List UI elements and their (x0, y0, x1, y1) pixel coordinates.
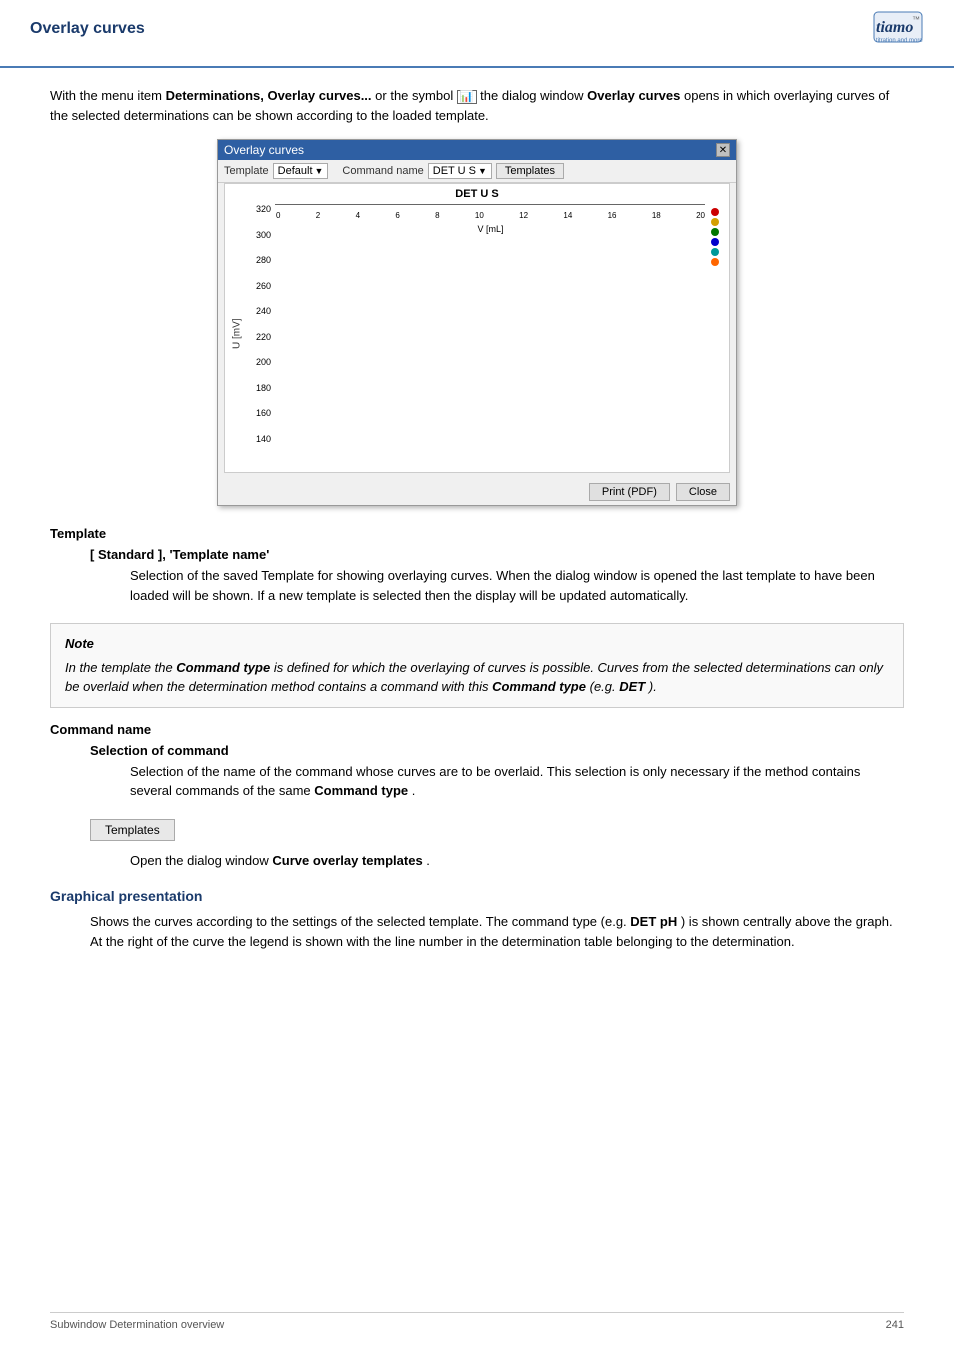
templates-button-area: Templates (90, 819, 904, 841)
chart-plot-area: 0 2 4 6 8 10 12 14 16 18 20 (275, 204, 705, 205)
templates-desc-end: . (426, 853, 430, 868)
command-name-select[interactable]: DET U S ▼ (428, 163, 492, 179)
command-name-value: DET U S (433, 165, 476, 177)
graphical-text-pre: Shows the curves according to the settin… (90, 914, 630, 929)
note-text-end: ). (649, 679, 657, 694)
chart-container: DET U S U [mV] 320 300 280 260 240 220 2… (224, 183, 730, 473)
templates-toolbar-button[interactable]: Templates (496, 163, 564, 179)
templates-button-description: Open the dialog window Curve overlay tem… (130, 851, 904, 871)
note-title: Note (65, 634, 889, 654)
chart-legend (705, 204, 725, 464)
page-header: Overlay curves ™ tiamo titration and mor… (0, 0, 954, 68)
page: Overlay curves ™ tiamo titration and mor… (0, 0, 954, 1351)
intro-text-mid: or the symbol (375, 88, 457, 103)
template-description: Selection of the saved Template for show… (130, 566, 904, 605)
template-section: Template [ Standard ], 'Template name' S… (50, 526, 904, 605)
note-command-type-bold2: Command type (492, 679, 586, 694)
chart-x-label: V [mL] (477, 224, 503, 234)
footer-left: Subwindow Determination overview (50, 1319, 224, 1331)
legend-dot-2 (711, 218, 719, 226)
page-footer: Subwindow Determination overview 241 (50, 1312, 904, 1331)
curve-overlay-bold: Curve overlay templates (272, 853, 422, 868)
note-box: Note In the template the Command type is… (50, 623, 904, 708)
template-subheading: [ Standard ], 'Template name' (90, 547, 904, 562)
intro-text-after: the dialog window (480, 88, 587, 103)
legend-dot-4 (711, 238, 719, 246)
dialog-titlebar: Overlay curves ✕ (218, 140, 736, 160)
command-name-section: Command name Selection of command Select… (50, 722, 904, 801)
svg-text:titration and more: titration and more (876, 38, 923, 44)
template-label: Template (224, 165, 269, 177)
chart-x-ticks: 0 2 4 6 8 10 12 14 16 18 20 (276, 211, 705, 220)
note-det-bold: DET (619, 679, 645, 694)
intro-bold2: Overlay curves (587, 88, 680, 103)
note-text-post: (e.g. (590, 679, 620, 694)
page-title: Overlay curves (30, 10, 145, 38)
command-name-description: Selection of the name of the command who… (130, 762, 904, 801)
template-value: Default (278, 165, 313, 177)
dialog-title: Overlay curves (224, 143, 304, 157)
chart-y-label: U [mV] (229, 204, 245, 464)
intro-paragraph: With the menu item Determinations, Overl… (50, 86, 904, 125)
svg-text:tiamo: tiamo (876, 19, 913, 36)
chart-plot-wrapper: 0 2 4 6 8 10 12 14 16 18 20 (275, 204, 705, 464)
command-name-heading: Command name (50, 722, 904, 737)
template-section-heading: Template (50, 526, 904, 541)
dialog-toolbar: Template Default ▼ Command name DET U S … (218, 160, 736, 183)
legend-dot-3 (711, 228, 719, 236)
footer-page-number: 241 (886, 1319, 904, 1331)
legend-dot-1 (711, 208, 719, 216)
legend-dot-5 (711, 248, 719, 256)
tiamo-logo: ™ tiamo titration and more (804, 10, 924, 60)
template-select[interactable]: Default ▼ (273, 163, 329, 179)
print-pdf-button[interactable]: Print (PDF) (589, 483, 670, 501)
graphical-body: Shows the curves according to the settin… (90, 912, 904, 951)
command-type-bold: Command type (314, 783, 408, 798)
chart-title: DET U S (229, 188, 725, 200)
template-dropdown-arrow: ▼ (315, 166, 324, 176)
templates-button[interactable]: Templates (90, 819, 175, 841)
note-text-pre: In the template the (65, 660, 176, 675)
dialog-footer: Print (PDF) Close (218, 479, 736, 505)
dialog-close-icon[interactable]: ✕ (716, 143, 730, 157)
intro-text-pre: With the menu item (50, 88, 166, 103)
chart-inner: U [mV] 320 300 280 260 240 220 200 180 1… (229, 204, 725, 464)
close-button[interactable]: Close (676, 483, 730, 501)
chart-y-axis: 320 300 280 260 240 220 200 180 160 140 (245, 204, 275, 464)
overlay-icon: 📊 (457, 90, 477, 104)
note-text: In the template the Command type is defi… (65, 658, 889, 697)
det-ph-bold: DET pH (630, 914, 677, 929)
templates-desc-pre: Open the dialog window (130, 853, 272, 868)
command-name-desc-end: . (412, 783, 416, 798)
command-name-label: Command name (342, 165, 423, 177)
graphical-presentation-section: Graphical presentation Shows the curves … (50, 888, 904, 951)
command-name-desc-pre: Selection of the name of the command who… (130, 764, 860, 799)
note-command-type-bold1: Command type (176, 660, 270, 675)
graphical-heading: Graphical presentation (50, 888, 904, 904)
intro-bold1: Determinations, Overlay curves... (166, 88, 372, 103)
content-area: With the menu item Determinations, Overl… (0, 68, 954, 981)
logo-area: ™ tiamo titration and more (804, 10, 924, 60)
command-name-subheading: Selection of command (90, 743, 904, 758)
overlay-curves-dialog: Overlay curves ✕ Template Default ▼ Comm… (217, 139, 737, 506)
legend-dot-6 (711, 258, 719, 266)
command-dropdown-arrow: ▼ (478, 166, 487, 176)
